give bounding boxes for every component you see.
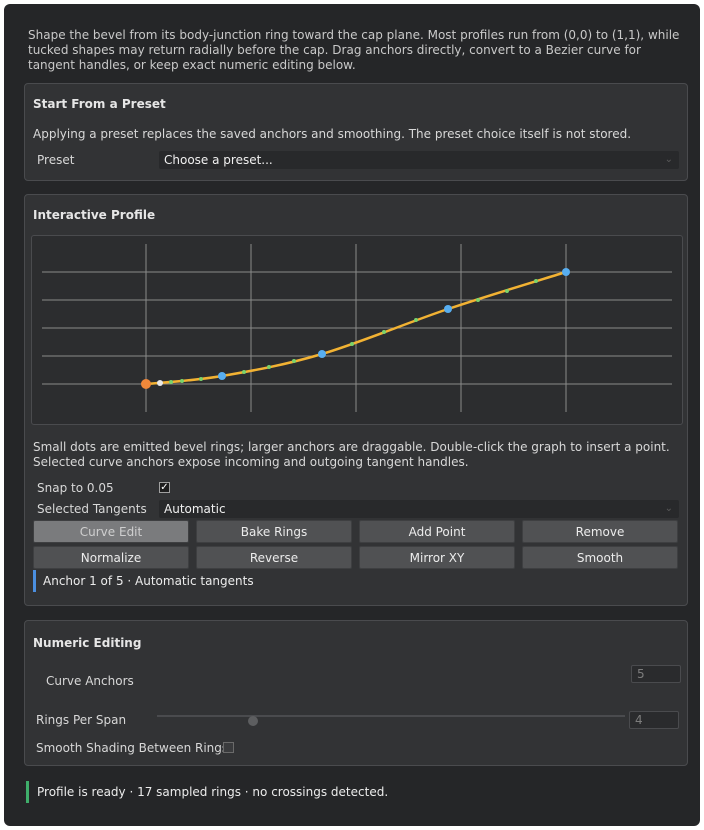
reverse-button[interactable]: Reverse [196, 546, 352, 569]
ring-dot [505, 289, 509, 293]
ring-dot [382, 330, 386, 334]
smooth-shading-checkbox[interactable] [223, 742, 234, 753]
numeric-panel-title: Numeric Editing [33, 636, 142, 650]
preset-panel-title: Start From a Preset [33, 97, 166, 111]
ring-dot [169, 380, 173, 384]
tangent-handle[interactable] [157, 380, 163, 386]
bake-rings-button[interactable]: Bake Rings [196, 520, 352, 543]
ring-dot [180, 379, 184, 383]
ring-dot [414, 318, 418, 322]
selected-anchor[interactable] [141, 379, 151, 389]
interactive-panel: Interactive Profile Small dots are emitt… [24, 194, 688, 606]
curve-anchor[interactable] [318, 350, 326, 358]
smooth-button[interactable]: Smooth [522, 546, 678, 569]
smooth-shading-label: Smooth Shading Between Rings [36, 741, 229, 755]
ring-dot [267, 365, 271, 369]
snap-checkbox[interactable]: ✓ [159, 482, 170, 493]
curve-anchors-field[interactable]: 5 [631, 665, 681, 683]
ring-dot [242, 370, 246, 374]
curve-edit-button[interactable]: Curve Edit [33, 520, 189, 543]
snap-label: Snap to 0.05 [37, 481, 114, 495]
chevron-down-icon: ⌄ [664, 503, 673, 514]
rings-per-span-field[interactable]: 4 [629, 711, 679, 729]
window: Shape the bevel from its body-junction r… [4, 4, 700, 826]
tangents-label: Selected Tangents [37, 502, 147, 516]
intro-text: Shape the bevel from its body-junction r… [28, 28, 680, 72]
graph-help-line-2: Selected curve anchors expose incoming a… [33, 455, 469, 469]
preset-label: Preset [37, 153, 75, 167]
rings-per-span-label: Rings Per Span [36, 713, 127, 727]
add-point-button[interactable]: Add Point [359, 520, 515, 543]
chevron-down-icon: ⌄ [664, 154, 673, 165]
status-message: Profile is ready · 17 sampled rings · no… [26, 781, 388, 803]
curve-anchor[interactable] [444, 305, 452, 313]
remove-button[interactable]: Remove [522, 520, 678, 543]
ring-dot [199, 377, 203, 381]
profile-graph[interactable] [31, 235, 683, 425]
curve-anchor[interactable] [562, 268, 570, 276]
ring-dot [292, 359, 296, 363]
rings-per-span-slider-handle[interactable] [248, 716, 258, 726]
ring-dots [157, 279, 538, 386]
ring-dot [350, 342, 354, 346]
preset-panel: Start From a Preset Applying a preset re… [24, 83, 688, 181]
profile-graph-canvas[interactable] [32, 236, 682, 424]
anchor-info: Anchor 1 of 5 · Automatic tangents [33, 570, 254, 592]
tangents-dropdown-value: Automatic [164, 502, 226, 516]
numeric-panel: Numeric Editing Curve Anchors 5 Rings Pe… [24, 620, 688, 766]
ring-dot [534, 279, 538, 283]
graph-help-line-1: Small dots are emitted bevel rings; larg… [33, 440, 670, 454]
preset-dropdown-value: Choose a preset... [164, 153, 273, 167]
curve-anchor[interactable] [218, 372, 226, 380]
tangents-dropdown[interactable]: Automatic ⌄ [159, 500, 679, 518]
normalize-button[interactable]: Normalize [33, 546, 189, 569]
graph-grid [42, 244, 672, 412]
curve-anchors-label: Curve Anchors [46, 674, 134, 688]
rings-per-span-slider-track[interactable] [157, 715, 625, 717]
mirror-xy-button[interactable]: Mirror XY [359, 546, 515, 569]
ring-dot [476, 298, 480, 302]
interactive-panel-title: Interactive Profile [33, 208, 156, 222]
preset-dropdown[interactable]: Choose a preset... ⌄ [159, 151, 679, 169]
preset-description: Applying a preset replaces the saved anc… [33, 127, 632, 141]
